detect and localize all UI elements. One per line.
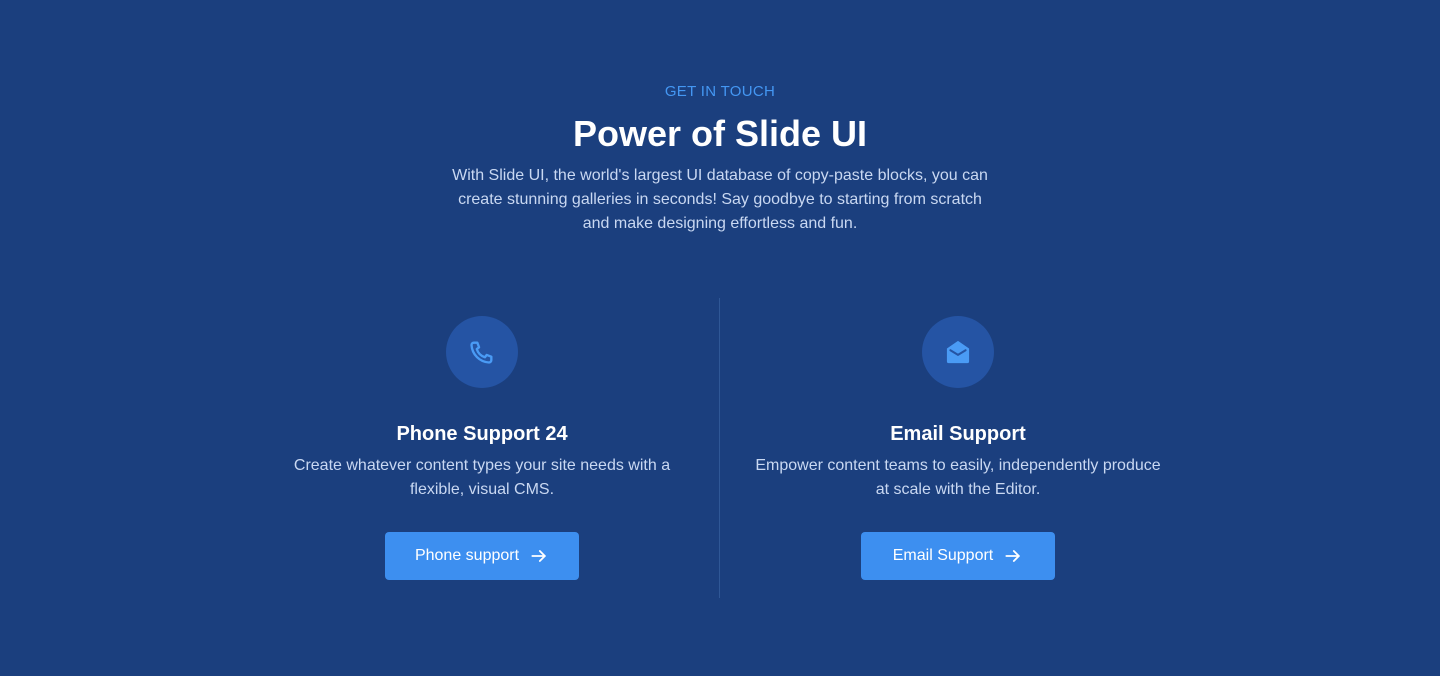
section-subtitle: With Slide UI, the world's largest UI da… bbox=[452, 167, 988, 232]
phone-support-description: Create whatever content types your site … bbox=[293, 457, 671, 498]
email-icon-badge bbox=[922, 316, 994, 388]
envelope-open-icon bbox=[944, 338, 972, 366]
email-support-button-label: Email Support bbox=[892, 547, 994, 564]
contact-section: GET IN TOUCH Power of Slide UI With Slid… bbox=[0, 0, 1440, 676]
section-title: Power of Slide UI bbox=[572, 113, 868, 154]
email-support-card: Email Support Empower content teams to e… bbox=[748, 316, 1168, 580]
email-support-description: Empower content teams to easily, indepen… bbox=[755, 457, 1161, 498]
phone-support-button[interactable]: Phone support bbox=[385, 532, 579, 580]
vertical-divider bbox=[719, 298, 720, 598]
section-eyebrow: GET IN TOUCH bbox=[664, 83, 776, 100]
phone-support-button-label: Phone support bbox=[414, 547, 520, 564]
arrow-right-icon bbox=[1003, 546, 1023, 566]
email-support-button[interactable]: Email Support bbox=[861, 532, 1055, 580]
arrow-right-icon bbox=[529, 546, 549, 566]
phone-icon-badge bbox=[446, 316, 518, 388]
phone-support-card: Phone Support 24 Create whatever content… bbox=[272, 316, 692, 580]
phone-support-title: Phone Support 24 bbox=[396, 423, 568, 445]
email-support-title: Email Support bbox=[890, 423, 1026, 445]
phone-icon bbox=[468, 338, 496, 366]
